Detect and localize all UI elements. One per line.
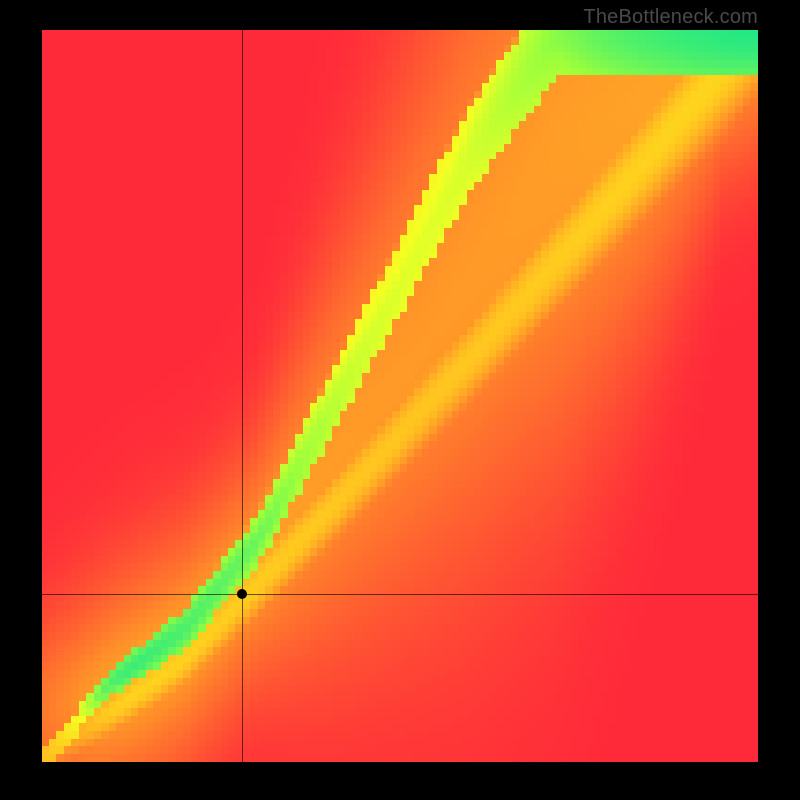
watermark-text: TheBottleneck.com bbox=[583, 6, 758, 29]
heatmap-canvas bbox=[42, 30, 758, 762]
heatmap-plot bbox=[42, 30, 758, 762]
chart-frame: TheBottleneck.com bbox=[0, 0, 800, 800]
marker-dot bbox=[237, 589, 247, 599]
crosshair-horizontal bbox=[42, 594, 758, 595]
crosshair-vertical bbox=[242, 30, 243, 762]
